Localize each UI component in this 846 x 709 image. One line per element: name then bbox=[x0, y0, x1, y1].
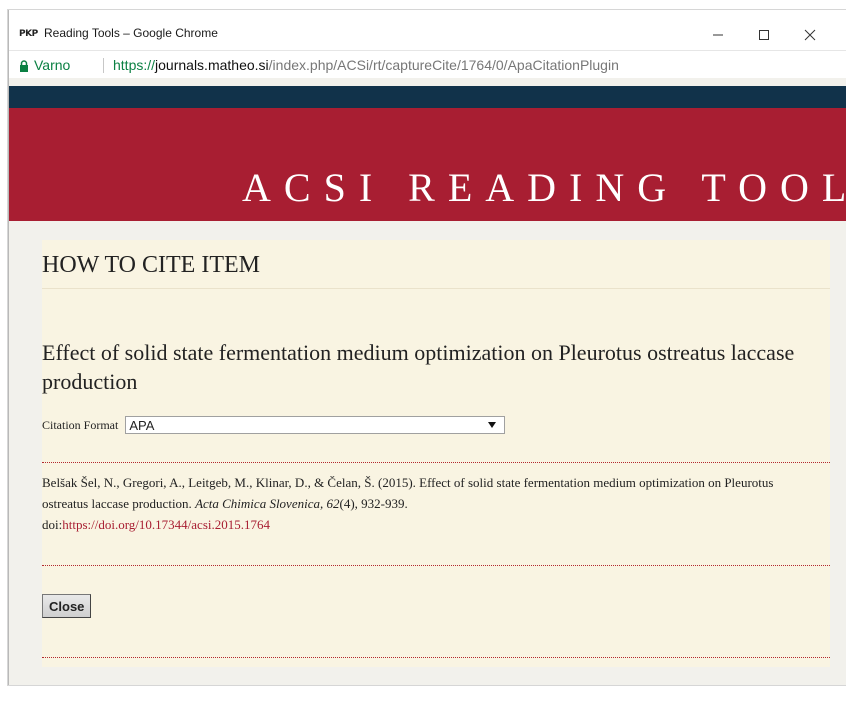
browser-window: PKP Reading Tools – Google Chrome Varno … bbox=[8, 10, 846, 685]
minimize-button[interactable] bbox=[695, 20, 741, 50]
citation-format-select[interactable]: APA bbox=[125, 416, 506, 434]
minimize-icon bbox=[713, 34, 723, 36]
divider bbox=[42, 657, 830, 658]
pkp-app-icon: PKP bbox=[19, 29, 38, 39]
site-title: ACSI READING TOOLS bbox=[242, 165, 846, 210]
citation-format-row: Citation Format APA bbox=[42, 416, 506, 434]
cite-panel: HOW TO CITE ITEM Effect of solid state f… bbox=[42, 240, 830, 667]
divider bbox=[42, 462, 830, 463]
maximize-button[interactable] bbox=[741, 20, 787, 50]
nav-strip bbox=[9, 86, 846, 108]
heading-divider bbox=[42, 288, 830, 289]
title-bar: PKP Reading Tools – Google Chrome bbox=[9, 10, 846, 50]
address-bar[interactable]: Varno https://journals.matheo.si/index.p… bbox=[9, 50, 846, 79]
page-title: HOW TO CITE ITEM bbox=[42, 252, 260, 278]
lock-icon bbox=[20, 60, 28, 72]
close-button[interactable]: Close bbox=[42, 594, 92, 618]
close-window-button[interactable] bbox=[787, 20, 833, 50]
divider bbox=[42, 565, 830, 566]
url-separator bbox=[103, 58, 104, 73]
dropdown-arrow-icon bbox=[488, 422, 497, 428]
url-path: /index.php/ACSi/rt/captureCite/1764/0/Ap… bbox=[268, 57, 619, 73]
doi-link[interactable]: https://doi.org/10.17344/acsi.2015.1764 bbox=[62, 517, 270, 532]
secure-label: Varno bbox=[34, 57, 71, 73]
url-host: journals.matheo.si bbox=[155, 57, 269, 73]
site-header: ACSI READING TOOLS bbox=[9, 108, 846, 221]
url-text[interactable]: https://journals.matheo.si/index.php/ACS… bbox=[113, 51, 619, 79]
maximize-icon bbox=[759, 30, 769, 40]
page-content: ACSI READING TOOLS HOW TO CITE ITEM Effe… bbox=[9, 78, 846, 685]
citation-doi-prefix: doi: bbox=[42, 517, 63, 532]
citation-text: Belšak Šel, N., Gregori, A., Leitgeb, M.… bbox=[42, 472, 822, 535]
citation-issue-pages: (4), 932-939. bbox=[339, 496, 408, 511]
close-icon bbox=[804, 29, 816, 41]
window-title: Reading Tools – Google Chrome bbox=[44, 26, 218, 40]
article-title: Effect of solid state fermentation mediu… bbox=[42, 340, 795, 394]
citation-format-value: APA bbox=[129, 417, 155, 433]
url-scheme: https:// bbox=[113, 57, 156, 73]
citation-journal: Acta Chimica Slovenica, 62 bbox=[195, 496, 340, 511]
citation-format-label: Citation Format bbox=[42, 417, 119, 432]
